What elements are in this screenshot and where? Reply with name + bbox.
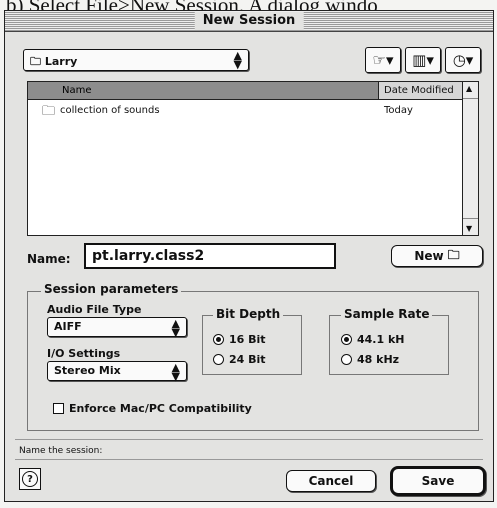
sample-rate-48-label: 48 kHz (357, 353, 400, 366)
status-text: Name the session: (19, 446, 103, 456)
folder-icon: 🗀 (30, 55, 41, 68)
recent-icon: ◷▾ (452, 51, 474, 69)
save-label: Save (421, 474, 455, 488)
audio-file-type-value: AIFF (54, 320, 82, 333)
folder-icon: 🗀 (42, 104, 56, 119)
name-input[interactable]: pt.larry.class2 (84, 243, 336, 269)
new-folder-icon: 🗀 (447, 247, 460, 262)
divider (15, 439, 483, 440)
cancel-button[interactable]: Cancel (286, 470, 376, 492)
help-button[interactable]: ? (19, 468, 41, 490)
file-name: collection of sounds (60, 105, 160, 116)
save-button[interactable]: Save (390, 466, 486, 496)
bit-depth-16-radio[interactable] (213, 334, 224, 345)
file-date: Today (384, 105, 413, 116)
io-settings-value: Stereo Mix (54, 364, 121, 377)
new-folder-button[interactable]: New 🗀 (391, 245, 483, 267)
compatibility-label: Enforce Mac/PC Compatibility (69, 402, 252, 415)
sample-rate-title: Sample Rate (341, 307, 433, 321)
new-folder-label: New (414, 249, 444, 263)
list-item[interactable]: 🗀 collection of sounds Today (28, 102, 462, 120)
audio-file-type-label: Audio File Type (47, 303, 142, 316)
shortcuts-icon: ☞▾ (372, 51, 394, 69)
vertical-scrollbar[interactable]: ▲ ▼ (462, 82, 478, 235)
popup-arrows-icon: ▲ ▼ (233, 49, 242, 71)
column-header-date[interactable]: Date Modified (378, 82, 462, 100)
bit-depth-24-label: 24 Bit (229, 353, 266, 366)
bit-depth-16-label: 16 Bit (229, 333, 266, 346)
cancel-label: Cancel (308, 474, 354, 488)
shortcuts-button[interactable]: ☞▾ (365, 47, 401, 73)
scroll-down-icon[interactable]: ▼ (466, 224, 472, 233)
session-parameters-title: Session parameters (41, 282, 182, 296)
column-header-name[interactable]: Name (28, 82, 378, 100)
help-icon: ? (22, 471, 38, 487)
sample-rate-44-radio[interactable] (341, 334, 352, 345)
bit-depth-24-radio[interactable] (213, 354, 224, 365)
recent-button[interactable]: ◷▾ (445, 47, 481, 73)
title-bar[interactable]: New Session (5, 11, 493, 32)
io-settings-popup[interactable]: Stereo Mix ▲ ▼ (47, 361, 187, 383)
name-label: Name: (27, 252, 71, 266)
popup-arrows-icon: ▲ ▼ (171, 317, 180, 339)
sample-rate-48-radio[interactable] (341, 354, 352, 365)
file-list[interactable]: Name Date Modified 🗀 collection of sound… (27, 81, 479, 236)
location-label: Larry (44, 55, 78, 68)
sample-rate-44-label: 44.1 kH (357, 333, 405, 346)
new-session-dialog: New Session 🗀 Larry ▲ ▼ ☞▾ ▥▾ ◷▾ Name Dat… (4, 10, 494, 502)
io-settings-label: I/O Settings (47, 347, 121, 360)
bit-depth-title: Bit Depth (213, 307, 284, 321)
window-title: New Session (194, 12, 304, 30)
scroll-up-icon[interactable]: ▲ (466, 84, 472, 93)
favorites-button[interactable]: ▥▾ (405, 47, 441, 73)
audio-file-type-popup[interactable]: AIFF ▲ ▼ (47, 317, 187, 339)
compatibility-checkbox[interactable] (53, 403, 64, 414)
divider (15, 459, 483, 460)
popup-arrows-icon: ▲ ▼ (171, 361, 180, 383)
favorites-icon: ▥▾ (412, 51, 434, 69)
location-popup[interactable]: 🗀 Larry ▲ ▼ (23, 49, 249, 71)
